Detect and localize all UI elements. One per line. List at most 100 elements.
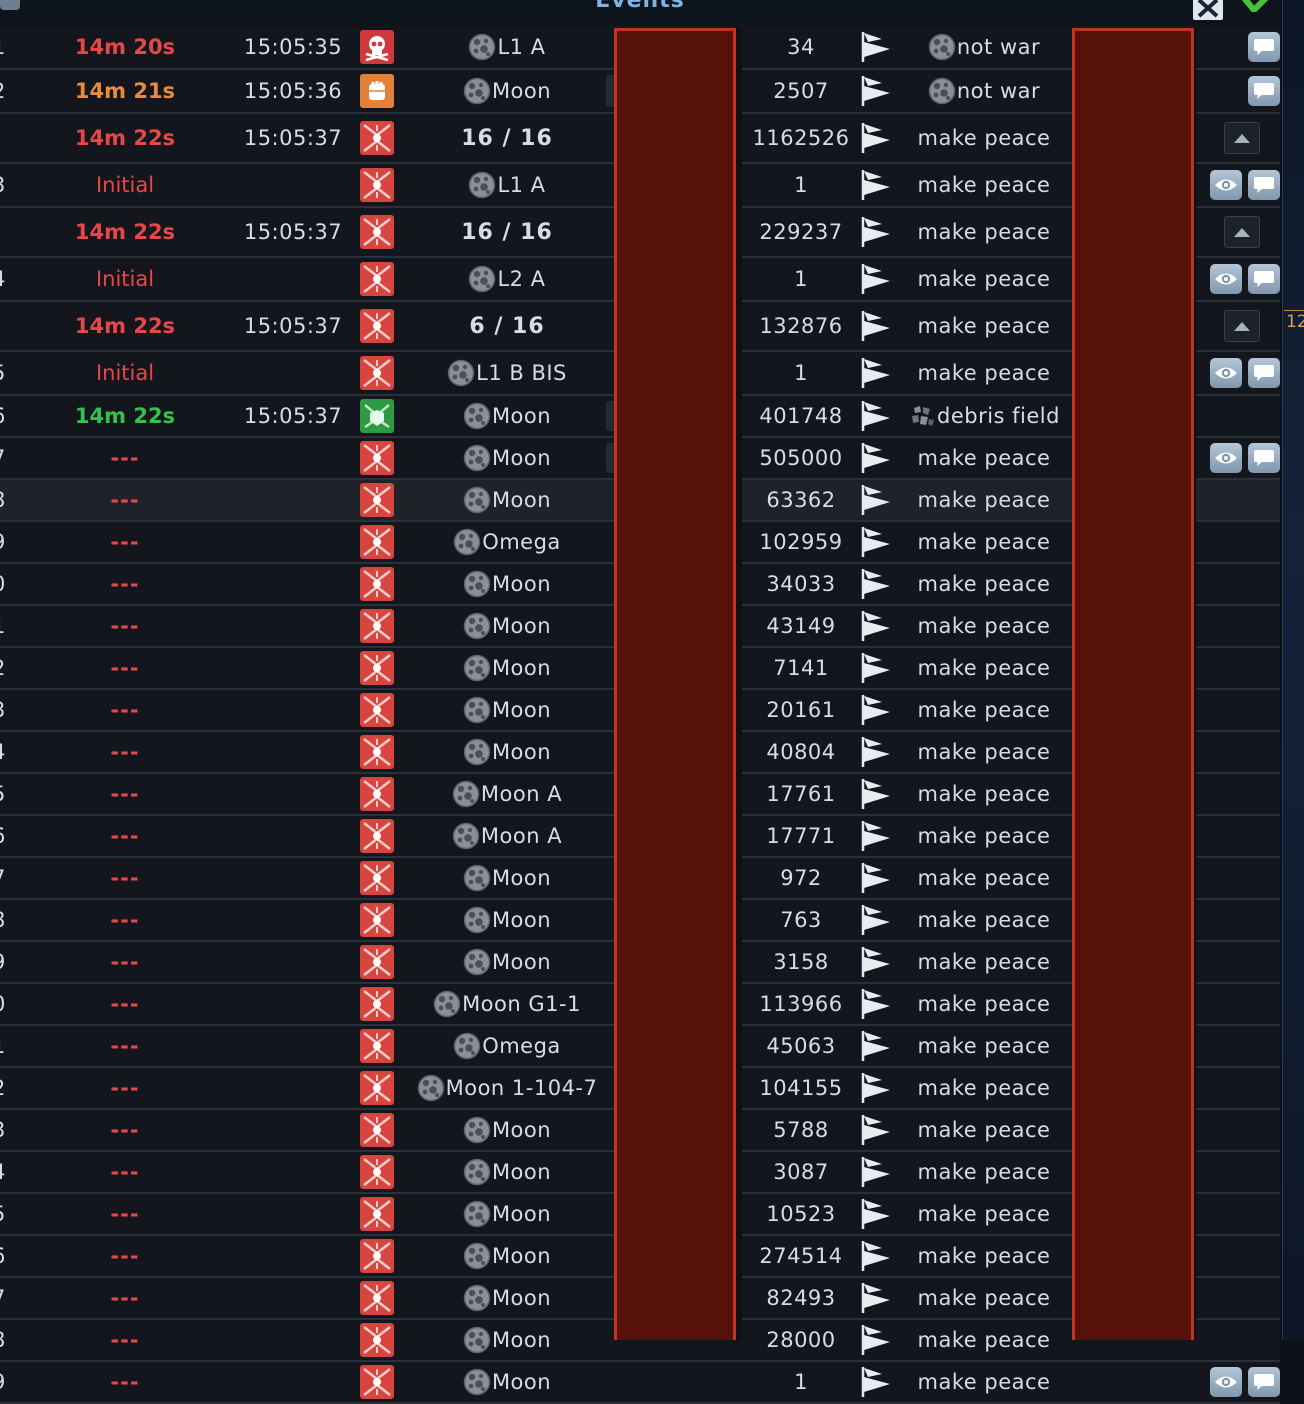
origin[interactable]: 16 / 16 xyxy=(400,114,614,162)
collapse-button[interactable] xyxy=(1224,122,1260,154)
chat-button[interactable] xyxy=(1248,170,1280,200)
target[interactable]: make peace xyxy=(892,302,1076,350)
origin[interactable]: Moon xyxy=(400,438,614,478)
target[interactable]: make peace xyxy=(892,900,1076,940)
origin[interactable]: Moon xyxy=(400,1278,614,1318)
chat-button[interactable] xyxy=(1248,443,1280,473)
target[interactable]: make peace xyxy=(892,732,1076,772)
target[interactable]: make peace xyxy=(892,1236,1076,1276)
fleet-count: 972 xyxy=(780,866,822,890)
target[interactable]: make peace xyxy=(892,522,1076,562)
target[interactable]: make peace xyxy=(892,208,1076,256)
eye-button[interactable] xyxy=(1210,264,1242,294)
chat-button[interactable] xyxy=(1248,1367,1280,1397)
target[interactable]: make peace xyxy=(892,1110,1076,1150)
fleet-count: 43149 xyxy=(766,614,836,638)
target[interactable]: make peace xyxy=(892,858,1076,898)
target[interactable]: make peace xyxy=(892,564,1076,604)
target[interactable]: make peace xyxy=(892,114,1076,162)
origin[interactable]: Moon xyxy=(400,732,614,772)
origin[interactable]: Moon xyxy=(400,900,614,940)
event-row[interactable]: 9 --- Moon 1 make peace xyxy=(0,1362,1280,1404)
origin[interactable]: Omega xyxy=(400,522,614,562)
origin[interactable]: Moon xyxy=(400,1194,614,1234)
origin[interactable]: L1 A xyxy=(400,164,614,206)
chat-button[interactable] xyxy=(1248,76,1280,106)
eye-button[interactable] xyxy=(1210,1367,1242,1397)
target[interactable]: make peace xyxy=(892,942,1076,982)
target[interactable]: make peace xyxy=(892,1320,1076,1360)
eye-button[interactable] xyxy=(1210,443,1242,473)
collapse-button[interactable] xyxy=(1224,310,1260,342)
target[interactable]: make peace xyxy=(892,1194,1076,1234)
minimize-button[interactable] xyxy=(1236,0,1276,15)
target[interactable]: make peace xyxy=(892,164,1076,206)
origin[interactable]: Moon xyxy=(400,564,614,604)
origin[interactable]: L1 B BIS xyxy=(400,352,614,394)
origin[interactable]: Moon xyxy=(400,480,614,520)
target[interactable]: make peace xyxy=(892,816,1076,856)
origin[interactable]: Moon xyxy=(400,396,614,436)
origin[interactable]: Moon xyxy=(400,70,614,112)
flag-arrow-icon xyxy=(860,480,892,520)
arrival-clock: 15:05:36 xyxy=(243,79,343,103)
target[interactable]: make peace xyxy=(892,984,1076,1024)
mission-type xyxy=(360,1362,394,1402)
target[interactable]: make peace xyxy=(892,352,1076,394)
target[interactable]: make peace xyxy=(892,1068,1076,1108)
origin[interactable]: Moon xyxy=(400,1320,614,1360)
target[interactable]: make peace xyxy=(892,480,1076,520)
eye-button[interactable] xyxy=(1210,358,1242,388)
mission-icon xyxy=(360,777,394,811)
origin[interactable]: 16 / 16 xyxy=(400,208,614,256)
chat-button[interactable] xyxy=(1248,358,1280,388)
origin[interactable]: Moon xyxy=(400,1152,614,1192)
target[interactable]: make peace xyxy=(892,1026,1076,1066)
origin[interactable]: Moon xyxy=(400,648,614,688)
origin[interactable]: Moon xyxy=(400,1236,614,1276)
target[interactable]: make peace xyxy=(892,774,1076,814)
target[interactable]: debris field xyxy=(892,396,1076,436)
origin[interactable]: Moon G1-1 xyxy=(400,984,614,1024)
collapse-button[interactable] xyxy=(1224,216,1260,248)
target[interactable]: not war xyxy=(892,26,1076,68)
target[interactable]: make peace xyxy=(892,1152,1076,1192)
target[interactable]: make peace xyxy=(892,1278,1076,1318)
close-button[interactable] xyxy=(1192,0,1224,20)
target-name: make peace xyxy=(917,1370,1051,1394)
origin[interactable]: Omega xyxy=(400,1026,614,1066)
origin[interactable]: Moon A xyxy=(400,774,614,814)
countdown: 14m 20s xyxy=(74,35,176,59)
target[interactable]: make peace xyxy=(892,258,1076,300)
chat-button[interactable] xyxy=(1248,264,1280,294)
origin[interactable]: Moon A xyxy=(400,816,614,856)
mission-type xyxy=(360,70,394,112)
target[interactable]: not war xyxy=(892,70,1076,112)
countdown: 14m 22s xyxy=(74,220,176,244)
origin[interactable]: Moon xyxy=(400,942,614,982)
fleet-count: 1 xyxy=(794,361,808,385)
origin[interactable]: Moon xyxy=(400,690,614,730)
origin[interactable]: L1 A xyxy=(400,26,614,68)
origin[interactable]: 6 / 16 xyxy=(400,302,614,350)
origin[interactable]: Moon xyxy=(400,1362,614,1402)
event-index: 3 xyxy=(0,1110,12,1150)
target[interactable]: make peace xyxy=(892,606,1076,646)
target[interactable]: make peace xyxy=(892,1362,1076,1402)
target[interactable]: make peace xyxy=(892,690,1076,730)
target-name: make peace xyxy=(917,992,1051,1016)
origin[interactable]: Moon xyxy=(400,1110,614,1150)
origin[interactable]: L2 A xyxy=(400,258,614,300)
target[interactable]: make peace xyxy=(892,648,1076,688)
eye-button[interactable] xyxy=(1210,170,1242,200)
origin[interactable]: Moon xyxy=(400,606,614,646)
moon-icon xyxy=(463,570,492,598)
target[interactable]: make peace xyxy=(892,438,1076,478)
origin[interactable]: Moon xyxy=(400,858,614,898)
mission-type xyxy=(360,1320,394,1360)
target-name: make peace xyxy=(917,488,1051,512)
row-actions xyxy=(1196,480,1284,520)
origin[interactable]: Moon 1-104-7 xyxy=(400,1068,614,1108)
arrival-clock xyxy=(232,816,354,856)
chat-button[interactable] xyxy=(1248,32,1280,62)
